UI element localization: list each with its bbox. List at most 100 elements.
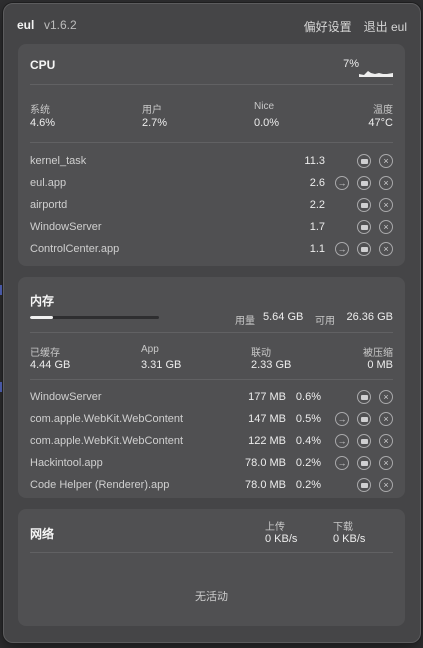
app-version: v1.6.2 <box>44 18 77 32</box>
close-icon[interactable]: × <box>379 434 393 448</box>
folder-icon[interactable] <box>357 478 371 492</box>
process-cpu-value: 2.6 <box>309 177 325 189</box>
network-empty-state: 无活动 <box>195 591 228 603</box>
cpu-stat-label: Nice <box>254 101 275 112</box>
close-icon[interactable]: × <box>379 456 393 470</box>
memory-stat-value: 2.33 GB <box>251 359 292 371</box>
memory-available-value: 26.36 GB <box>346 311 393 323</box>
process-cpu-value: 11.3 <box>304 155 325 167</box>
process-name: airportd <box>30 199 68 211</box>
process-name: WindowServer <box>30 391 102 403</box>
process-name: WindowServer <box>30 221 102 233</box>
cpu-stat-label: 用户 <box>142 105 162 116</box>
cpu-process-row: eul.app 2.6 → × <box>30 174 393 194</box>
cpu-process-row: ControlCenter.app 1.1 → × <box>30 240 393 260</box>
cpu-stat-value: 4.6% <box>30 117 56 129</box>
arrow-right-icon[interactable]: → <box>335 412 349 426</box>
title-bar: eul v1.6.2 偏好设置 退出 eul <box>4 4 420 42</box>
process-memory-size: 147 MB <box>248 413 286 425</box>
divider <box>30 84 393 85</box>
network-panel: 网络 上传 0 KB/s 下载 0 KB/s 无活动 <box>18 509 405 626</box>
memory-panel: 内存 用量 5.64 GB 可用 26.36 GB 已缓存 4.44 GB App 3… <box>18 277 405 498</box>
cpu-panel: CPU 7% 系统 4.6% 用户 2.7% Nice 0.0% 温度 47°C kernel… <box>18 44 405 266</box>
process-name: ControlCenter.app <box>30 243 120 255</box>
quit-link[interactable]: 退出 eul <box>364 18 407 35</box>
memory-used-value: 5.64 GB <box>263 311 304 323</box>
process-memory-percent: 0.2% <box>295 457 321 469</box>
cpu-stat-value: 47°C <box>368 117 393 129</box>
memory-stat-value: 4.44 GB <box>30 359 71 371</box>
eul-popover-window: eul v1.6.2 偏好设置 退出 eul CPU 7% 系统 4.6% 用户 2.… <box>3 3 421 643</box>
arrow-right-icon[interactable]: → <box>335 434 349 448</box>
close-icon[interactable]: × <box>379 478 393 492</box>
process-cpu-value: 1.7 <box>309 221 325 233</box>
process-name: eul.app <box>30 177 67 189</box>
download-value: 0 KB/s <box>333 533 366 545</box>
memory-process-row: com.apple.WebKit.WebContent 147 MB 0.5% → × <box>30 410 393 430</box>
folder-icon[interactable] <box>357 412 371 426</box>
arrow-right-icon[interactable]: → <box>335 456 349 470</box>
process-cpu-value: 1.1 <box>309 243 325 255</box>
close-icon[interactable]: × <box>379 198 393 212</box>
process-cpu-value: 2.2 <box>309 199 325 211</box>
memory-stat-label: App <box>141 344 159 355</box>
memory-used-label: 用量 <box>235 316 255 327</box>
process-memory-percent: 0.6% <box>295 391 321 403</box>
folder-icon[interactable] <box>357 456 371 470</box>
memory-process-row: WindowServer 177 MB 0.6% × <box>30 388 393 408</box>
memory-title: 内存 <box>30 294 55 308</box>
close-icon[interactable]: × <box>379 412 393 426</box>
cpu-stat-value: 2.7% <box>142 117 168 129</box>
process-memory-percent: 0.5% <box>295 413 321 425</box>
folder-icon[interactable] <box>357 198 371 212</box>
memory-stat-label: 已缓存 <box>30 348 60 359</box>
folder-icon[interactable] <box>357 242 371 256</box>
network-title: 网络 <box>30 527 55 541</box>
process-memory-size: 78.0 MB <box>245 479 286 491</box>
process-memory-percent: 0.2% <box>295 479 321 491</box>
divider <box>30 379 393 380</box>
memory-process-row: Code Helper (Renderer).app 78.0 MB 0.2% × <box>30 476 393 496</box>
close-icon[interactable]: × <box>379 220 393 234</box>
memory-process-row: com.apple.WebKit.WebContent 122 MB 0.4% → × <box>30 432 393 452</box>
title-actions: 偏好设置 退出 eul <box>304 18 407 35</box>
process-memory-size: 177 MB <box>248 391 286 403</box>
close-icon[interactable]: × <box>379 154 393 168</box>
close-icon[interactable]: × <box>379 390 393 404</box>
cpu-process-row: kernel_task 11.3 × <box>30 152 393 172</box>
process-memory-size: 122 MB <box>248 435 286 447</box>
memory-usage-bar <box>30 316 159 319</box>
folder-icon[interactable] <box>357 220 371 234</box>
memory-stat-label: 被压缩 <box>363 348 393 359</box>
folder-icon[interactable] <box>357 176 371 190</box>
process-memory-size: 78.0 MB <box>245 457 286 469</box>
memory-stat-value: 3.31 GB <box>141 359 182 371</box>
folder-icon[interactable] <box>357 434 371 448</box>
close-icon[interactable]: × <box>379 176 393 190</box>
cpu-title: CPU <box>30 58 56 72</box>
cpu-stat-value: 0.0% <box>254 117 280 129</box>
cpu-sparkline <box>359 71 393 77</box>
folder-icon[interactable] <box>357 154 371 168</box>
process-name: com.apple.WebKit.WebContent <box>30 435 184 447</box>
divider <box>30 552 393 553</box>
upload-label: 上传 <box>265 522 285 533</box>
preferences-link[interactable]: 偏好设置 <box>304 18 352 35</box>
cpu-stat-label: 温度 <box>373 105 393 116</box>
arrow-right-icon[interactable]: → <box>335 176 349 190</box>
process-name: kernel_task <box>30 155 87 167</box>
cpu-process-row: airportd 2.2 × <box>30 196 393 216</box>
folder-icon[interactable] <box>357 390 371 404</box>
memory-available-label: 可用 <box>315 316 335 327</box>
process-name: Code Helper (Renderer).app <box>30 479 170 491</box>
divider <box>30 142 393 143</box>
memory-process-row: Hackintool.app 78.0 MB 0.2% → × <box>30 454 393 474</box>
close-icon[interactable]: × <box>379 242 393 256</box>
cpu-usage-percent: 7% <box>343 58 359 70</box>
memory-stat-label: 联动 <box>251 348 271 359</box>
upload-value: 0 KB/s <box>265 533 298 545</box>
cpu-stat-label: 系统 <box>30 105 50 116</box>
process-memory-percent: 0.4% <box>295 435 321 447</box>
memory-usage-fill <box>30 316 54 319</box>
arrow-right-icon[interactable]: → <box>335 242 349 256</box>
